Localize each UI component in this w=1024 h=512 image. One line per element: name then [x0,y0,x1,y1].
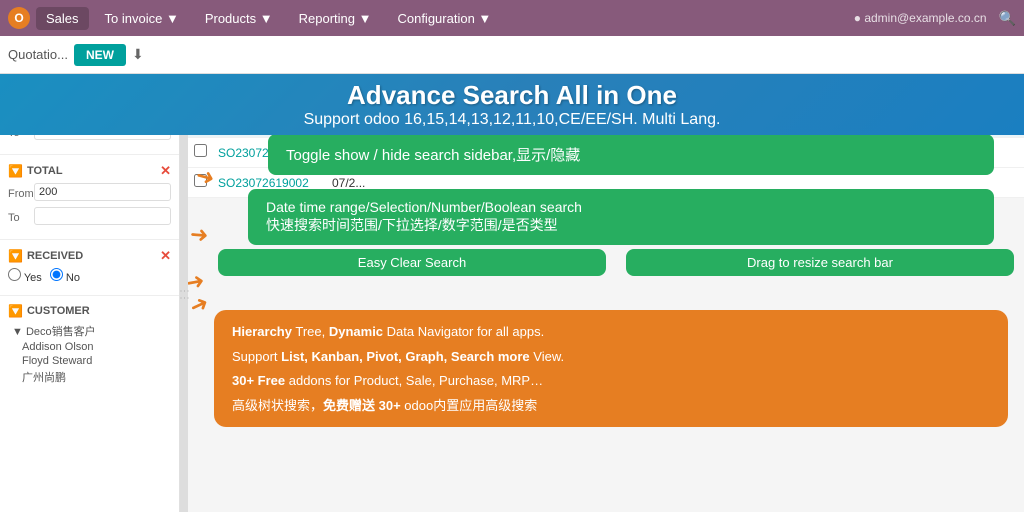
arrow4: ➜ [188,268,207,297]
received-no-radio[interactable] [50,268,63,281]
total-clear[interactable]: ✕ [160,163,171,179]
banner-title: Advance Search All in One [16,80,1008,111]
orange-line1: Hierarchy Tree, Dynamic Data Navigator f… [232,322,990,342]
received-yes-label[interactable]: Yes [8,268,42,284]
customer-deco[interactable]: ▼ Deco销售客户 [8,322,171,340]
customer-floyd[interactable]: Floyd Steward [8,354,171,368]
gift-bold: 免费赠送 30+ [323,398,401,413]
download-icon[interactable]: ⬇ [132,46,144,63]
total-section: 🔽 TOTAL ✕ From To [0,159,179,235]
orange-line3: 30+ Free addons for Product, Sale, Purch… [232,371,990,391]
received-section: 🔽 RECEIVED ✕ Yes No [0,244,179,291]
total-to-input[interactable] [34,207,171,225]
arrow5: ➜ [188,289,213,320]
orange-line2: Support List, Kanban, Pivot, Graph, Sear… [232,347,990,367]
row1-checkbox[interactable] [194,144,207,157]
drag-resize-callout: Drag to resize search bar [626,249,1014,276]
free-bold: 30+ Free [232,373,285,388]
resize-handle[interactable]: ⋮⋮ [180,74,188,512]
total-from-label: From [8,188,30,200]
bottom-callouts-container: Easy Clear Search Drag to resize search … [218,249,1014,276]
right-content: Select... Select... ⇌ ✕ SO2307 Select Ra… [188,74,1024,512]
customer-label: CUSTOMER [27,305,90,317]
nav-configuration[interactable]: Configuration ▼ [387,7,501,30]
row2-checkbox[interactable] [194,174,207,187]
orange-info-box: Hierarchy Tree, Dynamic Data Navigator f… [214,310,1008,427]
banner-subtitle: Support odoo 16,15,14,13,12,11,10,CE/EE/… [16,111,1008,129]
nav-user[interactable]: ● admin@example.co.cn [848,9,993,27]
nav-reporting[interactable]: Reporting ▼ [289,7,382,30]
customer-guangzhou[interactable]: 广州尚鹏 [8,368,171,386]
second-bar: Quotatio... NEW ⬇ [0,36,1024,74]
row1-number[interactable]: SO23072818006 [218,146,328,160]
top-nav: O Sales To invoice ▼ Products ▼ Reportin… [0,0,1024,36]
table-row-2[interactable]: SO23072619002 07/2... [188,168,1024,198]
total-from-input[interactable] [34,183,171,201]
nav-sales[interactable]: Sales [36,7,89,30]
new-button[interactable]: NEW [74,44,126,66]
header-banner: Advance Search All in One Support odoo 1… [0,74,1024,135]
customer-addison[interactable]: Addison Olson [8,340,171,354]
received-no-label[interactable]: No [50,268,80,284]
received-yes-radio[interactable] [8,268,21,281]
total-filter-icon: 🔽 [8,164,23,178]
left-panel: 🔽 ORDER DATE ✕ From To 🔽 [0,74,180,512]
customer-section: 🔽 CUSTOMER ▼ Deco销售客户 Addison Olson Floy… [0,300,179,390]
arrow3: ➜ [189,221,210,249]
main-content: 🔽 ORDER DATE ✕ From To 🔽 [0,74,1024,512]
table-row-1[interactable]: SO23072818006 07/2... [188,138,1024,168]
orange-box-container: Hierarchy Tree, Dynamic Data Navigator f… [208,304,1014,433]
page: O Sales To invoice ▼ Products ▼ Reportin… [0,0,1024,512]
hierarchy-bold: Hierarchy [232,324,292,339]
row2-date: 07/2... [332,176,452,190]
orange-line4: 高级树状搜索，免费赠送 30+ odoo内置应用高级搜索 [232,396,990,416]
nav-search-icon[interactable]: 🔍 [999,10,1016,27]
nav-invoice[interactable]: To invoice ▼ [95,7,189,30]
easy-clear-callout: Easy Clear Search [218,249,606,276]
total-to-label: To [8,212,30,224]
row2-number[interactable]: SO23072619002 [218,176,328,190]
total-label: TOTAL [27,165,63,177]
nav-products[interactable]: Products ▼ [195,7,283,30]
breadcrumb: Quotatio... [8,47,68,62]
received-label: RECEIVED [27,250,83,262]
received-filter-icon: 🔽 [8,249,23,263]
received-clear[interactable]: ✕ [160,248,171,264]
odoo-logo: O [8,7,30,29]
customer-filter-icon: 🔽 [8,304,23,318]
views-bold: List, Kanban, Pivot, Graph, Search more [281,349,530,364]
row1-date: 07/2... [332,146,452,160]
dynamic-bold: Dynamic [329,324,383,339]
